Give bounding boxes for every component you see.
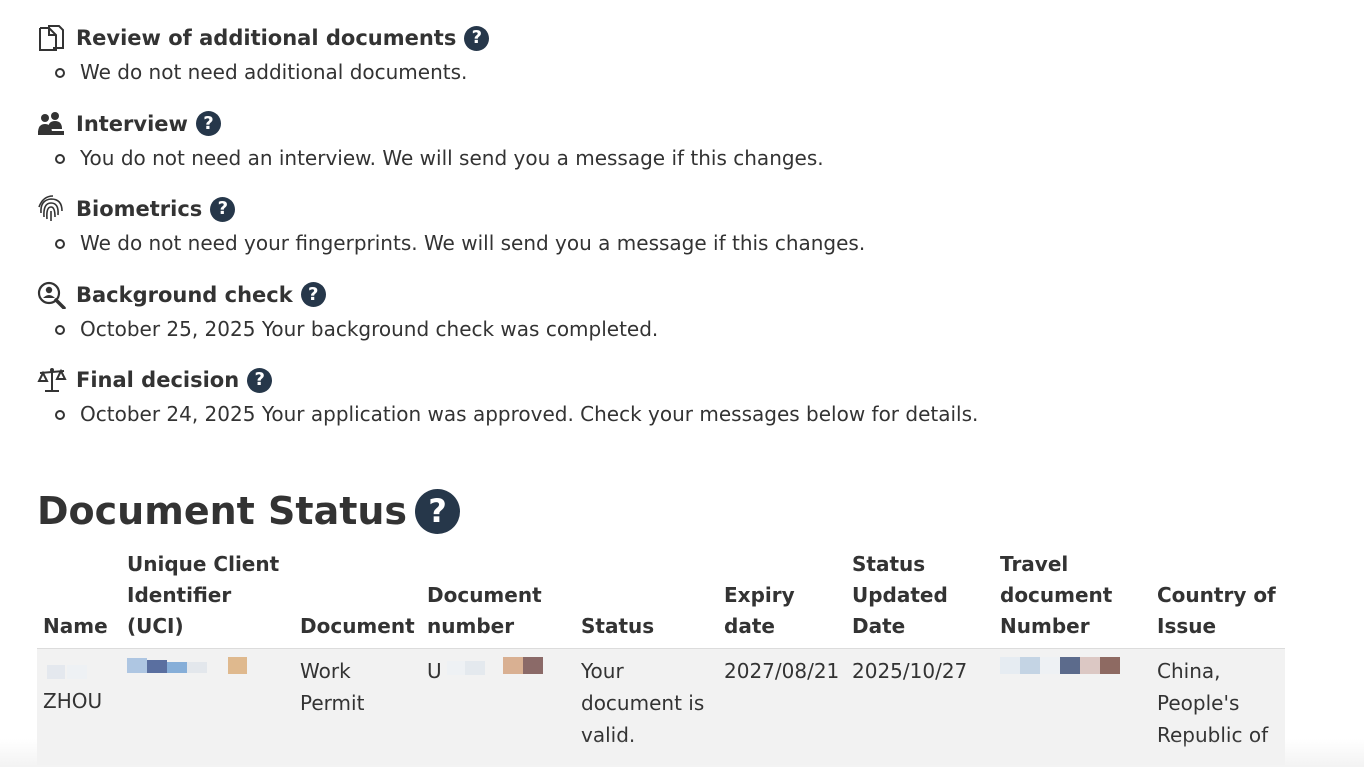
step-message: October 24, 2025 Your application was ap… (37, 396, 1317, 432)
redacted-block: U (427, 655, 569, 685)
column-header-status-updated-date: Status Updated Date (846, 549, 994, 649)
step-title: Biometrics (76, 197, 203, 221)
fingerprint-icon (37, 194, 67, 224)
redacted-block (127, 655, 288, 685)
column-header-expiry-date: Expiry date (718, 549, 846, 649)
document-number-prefix: U (427, 659, 442, 683)
help-icon[interactable]: ? (195, 111, 221, 136)
name-value: ZHOU (43, 689, 103, 713)
redacted-block (43, 655, 115, 685)
redacted-block (1000, 655, 1145, 685)
cell-travel-document-number (994, 648, 1151, 765)
cell-status: Your document is valid. (575, 648, 718, 765)
column-header-document-number: Document number (421, 549, 575, 649)
help-icon[interactable]: ? (415, 488, 461, 534)
cell-status-updated-date: 2025/10/27 (846, 648, 994, 765)
column-header-status: Status (575, 549, 718, 649)
people-icon (37, 109, 67, 139)
cell-document-number: U (421, 648, 575, 765)
section-title: Document Status (37, 489, 408, 533)
table-row: ZHOU Work Permit U Your document is vali… (37, 648, 1285, 765)
cell-name: ZHOU (37, 648, 121, 765)
cell-country-of-issue: China, People's Republic of (1151, 648, 1285, 765)
step-biometrics: Biometrics ? We do not need your fingerp… (37, 193, 1317, 279)
column-header-travel-document-number: Travel document Number (994, 549, 1151, 649)
help-icon[interactable]: ? (300, 282, 326, 307)
cell-uci (121, 648, 294, 765)
column-header-country-of-issue: Country of Issue (1151, 549, 1285, 649)
documents-icon (37, 23, 67, 53)
step-message: You do not need an interview. We will se… (37, 140, 1317, 176)
help-icon[interactable]: ? (247, 367, 273, 393)
step-message: We do not need additional documents. (37, 54, 1317, 90)
step-title: Background check (76, 282, 293, 307)
step-background-check: Background check ? October 25, 2025 Your… (37, 279, 1317, 365)
step-title: Review of additional documents (76, 26, 457, 50)
document-status-table: Name Unique Client Identifier (UCI) Docu… (37, 549, 1285, 765)
column-header-name: Name (37, 549, 121, 649)
table-header-row: Name Unique Client Identifier (UCI) Docu… (37, 549, 1285, 649)
step-title: Final decision (76, 368, 240, 392)
step-final-decision: Final decision ? October 24, 2025 Your a… (37, 364, 1317, 450)
step-interview: Interview ? You do not need an interview… (37, 108, 1317, 194)
column-header-document: Document (294, 549, 421, 649)
document-status-heading: Document Status ? (37, 486, 461, 536)
magnifier-person-icon (37, 280, 67, 310)
step-message: October 25, 2025 Your background check w… (37, 311, 1317, 347)
cell-expiry-date: 2027/08/21 (718, 648, 846, 765)
step-message: We do not need your fingerprints. We wil… (37, 225, 1317, 261)
step-title: Interview (76, 111, 188, 136)
column-header-uci: Unique Client Identifier (UCI) (121, 549, 294, 649)
step-review-documents: Review of additional documents ? We do n… (37, 22, 1317, 108)
help-icon[interactable]: ? (464, 25, 490, 51)
help-icon[interactable]: ? (210, 196, 236, 222)
cell-document: Work Permit (294, 648, 421, 765)
application-steps: Review of additional documents ? We do n… (37, 22, 1317, 450)
clipped-text-line (412, 0, 419, 12)
scales-icon (37, 365, 67, 395)
